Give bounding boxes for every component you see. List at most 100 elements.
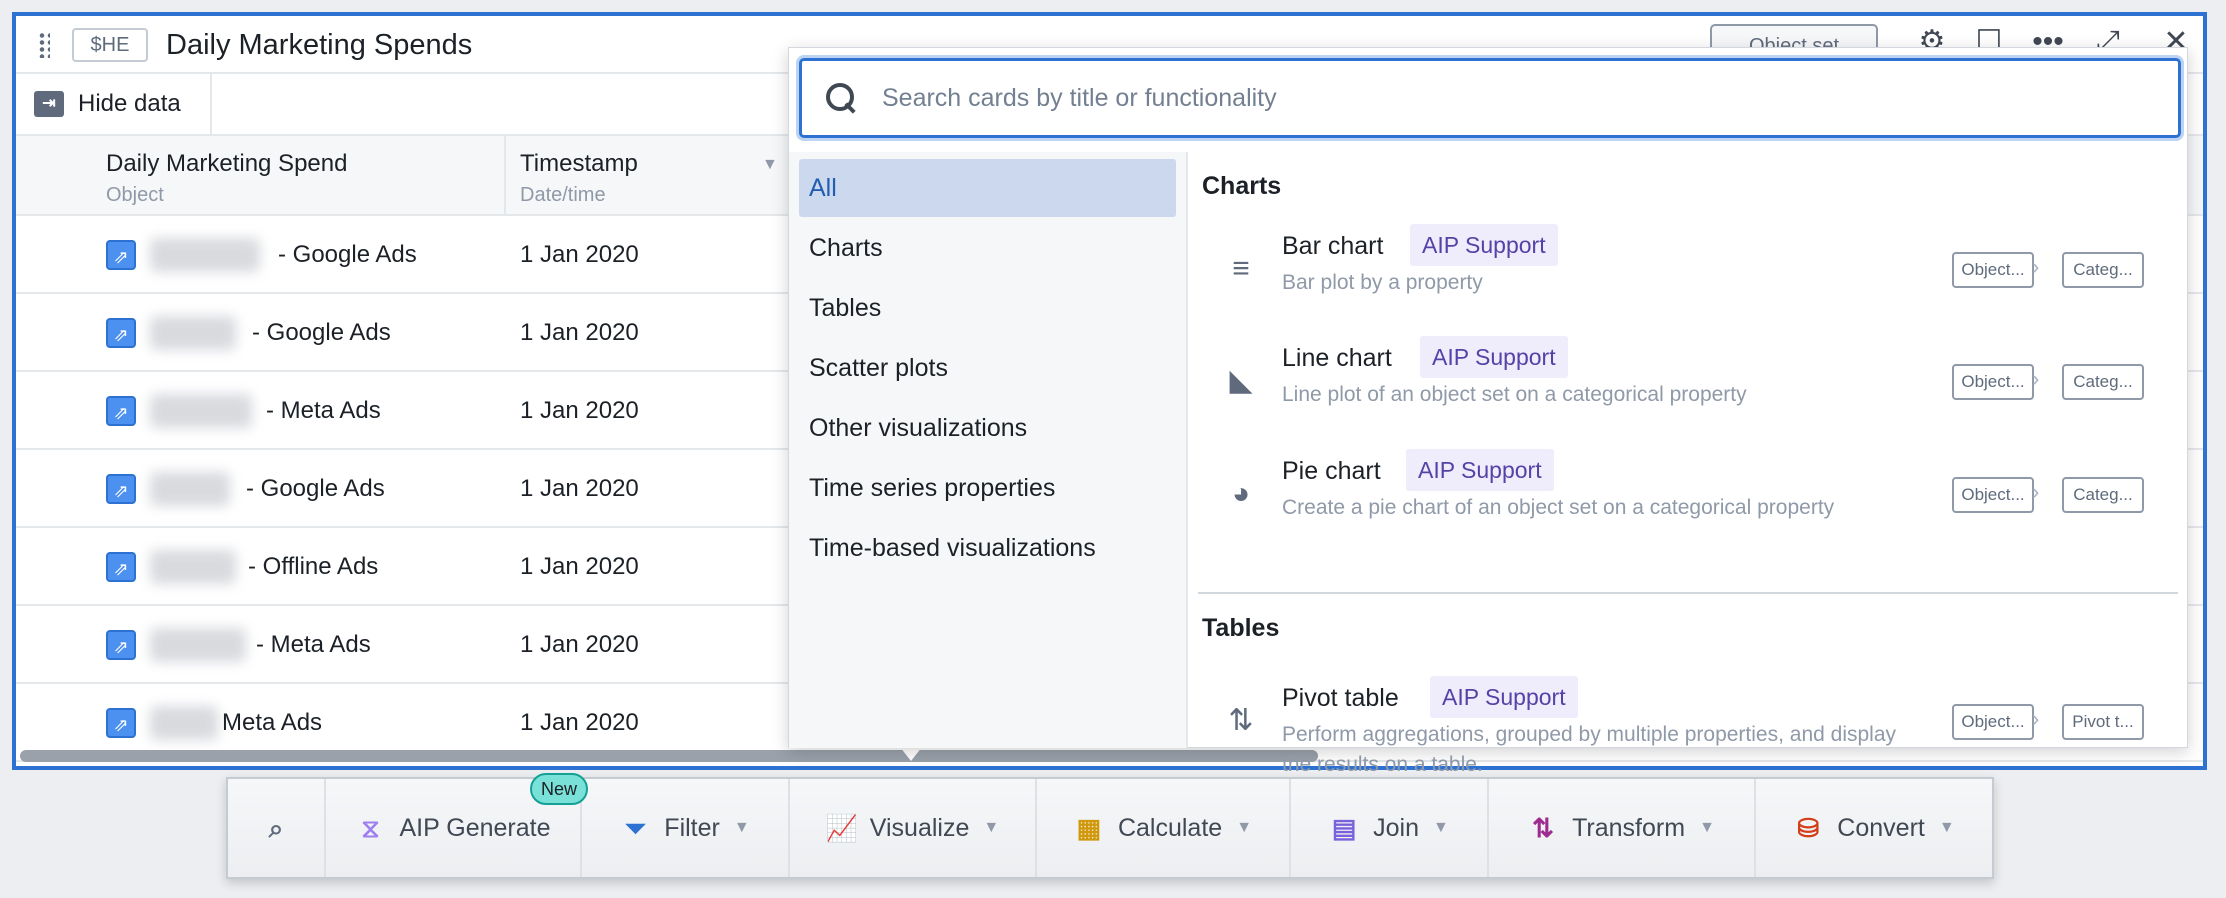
aip-support-badge: AIP Support: [1406, 449, 1554, 491]
toolbar-search-button[interactable]: ⌕: [228, 779, 326, 877]
dropdown-caret-icon: ▼: [1433, 819, 1449, 836]
toolbar-transform-button[interactable]: ⇅ Transform ▼: [1489, 779, 1756, 877]
toolbar-join-button[interactable]: ▤ Join ▼: [1291, 779, 1489, 877]
timestamp-cell: 1 Jan 2020: [520, 319, 639, 346]
object-name[interactable]: - Google Ads: [246, 472, 385, 506]
timestamp-cell: 1 Jan 2020: [520, 475, 639, 502]
card-option-bar-chart[interactable]: ≡ Bar chart AIP Support Bar plot by a prope…: [1188, 210, 2188, 322]
input-chip: Object...: [1952, 704, 2034, 740]
toolbar-label: Calculate: [1117, 813, 1223, 842]
popover-arrow: [900, 747, 922, 761]
input-chip: Object...: [1952, 477, 2034, 513]
bottom-toolbar: ⌕ ⧖ AIP Generate ⏷ Filter ▼ 📈 Visualize ▼ ▦ Calcu…: [226, 773, 1994, 879]
nav-item-tables[interactable]: Tables: [799, 279, 1176, 337]
chevron-right-icon: ›: [2032, 706, 2040, 731]
redacted-text: [150, 550, 236, 584]
redacted-text: [150, 394, 252, 428]
drag-handle-icon[interactable]: [38, 32, 50, 58]
column-header-object[interactable]: Daily Marketing Spend Object: [106, 136, 506, 214]
object-name[interactable]: - Google Ads: [278, 238, 417, 272]
object-type-icon: ⇗: [106, 708, 136, 738]
filter-icon: ⏷: [624, 813, 646, 843]
object-name[interactable]: - Meta Ads: [256, 628, 371, 662]
input-chip: Object...: [1952, 252, 2034, 288]
card-option-name: Pie chart: [1282, 457, 1381, 485]
toolbar-visualize-button[interactable]: 📈 Visualize ▼: [790, 779, 1037, 877]
aip-support-badge: AIP Support: [1420, 336, 1568, 378]
column-name: Timestamp: [520, 150, 638, 177]
output-chip: Categ...: [2062, 477, 2144, 513]
card-option-name: Bar chart: [1282, 232, 1384, 260]
object-type-icon: ⇗: [106, 318, 136, 348]
search-field[interactable]: [799, 58, 2181, 138]
bar-chart-icon: ≡: [1232, 252, 1250, 285]
nav-item-time-based-visualizations[interactable]: Time-based visualizations: [799, 519, 1176, 577]
variable-tag[interactable]: $HE: [72, 28, 148, 62]
output-chip: Pivot t...: [2062, 704, 2144, 740]
toolbar-convert-button[interactable]: ⛁ Convert ▼: [1756, 779, 1992, 877]
card-option-line-chart[interactable]: ◣ Line chart AIP Support Line plot of an ob…: [1188, 322, 2188, 434]
nav-item-other-visualizations[interactable]: Other visualizations: [799, 399, 1176, 457]
input-chip: Object...: [1952, 364, 2034, 400]
new-badge: New: [530, 773, 588, 805]
nav-item-time-series-properties[interactable]: Time series properties: [799, 459, 1176, 517]
redacted-text: [150, 706, 218, 740]
card-picker-popover: AllChartsTablesScatter plotsOther visual…: [788, 47, 2188, 776]
column-name: Daily Marketing Spend: [106, 150, 348, 177]
object-type-icon: ⇗: [106, 396, 136, 426]
column-type: Date/time: [520, 184, 606, 206]
section-title-tables: Tables: [1202, 614, 1280, 642]
search-input[interactable]: [882, 83, 2082, 113]
column-type: Object: [106, 184, 164, 206]
redacted-text: [150, 316, 236, 350]
category-nav: All Charts Tables Scatter plots Other visual…: [789, 152, 1188, 748]
object-name[interactable]: - Meta Ads: [266, 394, 381, 428]
timestamp-cell: 1 Jan 2020: [520, 631, 639, 658]
nav-item-scatter-plots[interactable]: Scatter plots: [799, 339, 1176, 397]
horizontal-scrollbar[interactable]: [20, 750, 1318, 762]
object-type-icon: ⇗: [106, 240, 136, 270]
nav-item-all[interactable]: All: [799, 159, 1176, 217]
card-title[interactable]: Daily Marketing Spends: [166, 26, 472, 64]
line-chart-icon: ◣: [1229, 364, 1253, 397]
card-option-description: Bar plot by a property: [1282, 271, 1483, 294]
dropdown-caret-icon: ▼: [1938, 819, 1955, 836]
object-name[interactable]: Meta Ads: [222, 706, 322, 740]
object-name[interactable]: - Offline Ads: [248, 550, 378, 584]
card-option-pivot-table[interactable]: ⇅ Pivot table AIP Support Perform aggregati…: [1188, 662, 2188, 776]
toolbar-label: Visualize: [869, 813, 970, 842]
aip-generate-icon: ⧖: [361, 813, 380, 843]
redacted-text: [150, 238, 260, 272]
chevron-right-icon: ›: [2032, 254, 2040, 279]
object-type-icon: ⇗: [106, 630, 136, 660]
dropdown-caret-icon: ▼: [1699, 819, 1715, 836]
object-type-icon: ⇗: [106, 474, 136, 504]
pivot-table-icon: ⇅: [1228, 704, 1254, 737]
timestamp-cell: 1 Jan 2020: [520, 241, 639, 268]
redacted-text: [150, 472, 230, 506]
calculate-icon: ▦: [1076, 813, 1102, 843]
section-title-charts: Charts: [1202, 172, 1282, 200]
card-option-pie-chart[interactable]: ◕ Pie chart AIP Support Create a pie chart …: [1188, 435, 2188, 547]
hide-data-button[interactable]: ⇥ Hide data: [16, 74, 212, 134]
search-icon: [824, 81, 858, 115]
object-name[interactable]: - Google Ads: [252, 316, 391, 350]
card-option-description: Perform aggregations, grouped by multipl…: [1282, 723, 1897, 776]
card-option-description: Create a pie chart of an object set on a…: [1282, 496, 1835, 519]
nav-item-charts[interactable]: Charts: [799, 219, 1176, 277]
toolbar-calculate-button[interactable]: ▦ Calculate ▼: [1037, 779, 1291, 877]
transform-icon: ⇅: [1532, 813, 1554, 843]
dropdown-caret-icon: ▼: [1236, 819, 1253, 836]
card-option-description: Line plot of an object set on a categori…: [1282, 383, 1747, 406]
convert-icon: ⛁: [1797, 813, 1820, 843]
column-header-timestamp[interactable]: Timestamp Date/time ▼: [506, 136, 796, 214]
pie-chart-icon: ◕: [1231, 477, 1251, 510]
chevron-right-icon: ›: [2032, 366, 2040, 391]
hide-data-label: Hide data: [78, 90, 181, 117]
card-list: Charts Tables ≡ Bar chart AIP Support Bar p…: [1188, 152, 2188, 776]
toolbar-filter-button[interactable]: ⏷ Filter ▼: [582, 779, 790, 877]
timestamp-cell: 1 Jan 2020: [520, 397, 639, 424]
section-divider: [1198, 592, 2178, 594]
sort-caret-icon[interactable]: ▼: [762, 156, 778, 174]
toolbar-label: Transform: [1572, 813, 1686, 842]
